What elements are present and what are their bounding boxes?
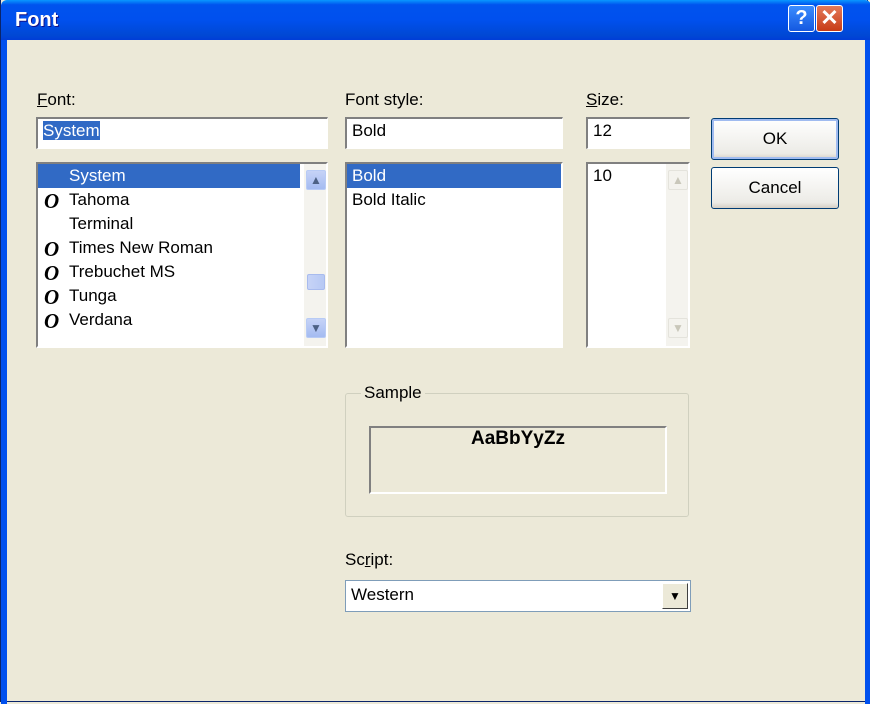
size-list-scrollbar[interactable]: ▲ ▼ (666, 164, 688, 346)
close-button[interactable]: ✕ (816, 5, 843, 32)
font-list-item-label: Trebuchet MS (69, 262, 176, 281)
font-list-item[interactable]: O Tahoma (38, 188, 300, 213)
scroll-thumb[interactable] (307, 274, 325, 290)
truetype-font-icon: O (44, 189, 60, 213)
combo-dropdown-icon[interactable]: ▼ (662, 583, 688, 609)
scroll-down-icon[interactable]: ▼ (306, 318, 326, 338)
truetype-font-icon: O (44, 237, 60, 261)
font-name-input[interactable]: System (36, 117, 328, 149)
sample-preview: AaBbYyZz (369, 426, 667, 494)
font-list-item[interactable]: O Times New Roman (38, 236, 300, 261)
title-bar[interactable]: Font ? ✕ (1, 0, 870, 40)
scroll-down-icon[interactable]: ▼ (668, 318, 688, 338)
font-name-input-text: System (43, 121, 100, 140)
cancel-button[interactable]: Cancel (711, 167, 839, 209)
script-select[interactable]: Western ▼ (345, 580, 691, 612)
help-button[interactable]: ? (788, 5, 815, 32)
font-list-item-label: Tahoma (69, 190, 130, 209)
sample-label: Sample (361, 383, 425, 403)
truetype-font-icon: O (44, 261, 60, 285)
font-list-item[interactable]: O Verdana (38, 308, 300, 333)
truetype-font-icon: O (44, 309, 60, 333)
font-label: Font: (37, 90, 76, 109)
font-list-scrollbar[interactable]: ▲ ▼ (304, 164, 326, 346)
font-list-item-label: Tunga (69, 286, 117, 305)
font-list-item[interactable]: System (38, 164, 300, 188)
window-left-border (1, 40, 7, 704)
font-style-list-item[interactable]: Bold Italic (347, 188, 561, 212)
truetype-font-icon: O (44, 285, 60, 309)
script-label: Script: (345, 550, 394, 569)
script-select-value: Western (351, 585, 414, 604)
scroll-up-icon[interactable]: ▲ (668, 170, 688, 190)
font-list-item-label: Verdana (69, 310, 133, 329)
font-list-item[interactable]: O Tunga (38, 284, 300, 309)
font-style-list-rows: Bold Bold Italic (347, 164, 561, 212)
font-style-input[interactable]: Bold (345, 117, 563, 149)
size-label: Size: (586, 90, 624, 109)
font-list-item[interactable]: O Trebuchet MS (38, 260, 300, 285)
size-input[interactable]: 12 (586, 117, 690, 149)
font-style-label: Font style: (345, 90, 424, 109)
font-list-item-label: Times New Roman (69, 238, 213, 257)
font-list-item[interactable]: Terminal (38, 212, 300, 236)
scroll-up-icon[interactable]: ▲ (306, 170, 326, 190)
font-list-rows: System O Tahoma Terminal O Times New Roman O Tr… (38, 164, 326, 333)
size-list[interactable]: 10 ▲ ▼ (586, 162, 690, 348)
window-right-border (865, 40, 870, 704)
font-list-item-label: Terminal (69, 214, 134, 233)
font-style-list-item[interactable]: Bold (347, 164, 561, 188)
font-style-list[interactable]: Bold Bold Italic (345, 162, 563, 348)
window-title: Font (15, 9, 59, 31)
font-list[interactable]: System O Tahoma Terminal O Times New Roman O Tr… (36, 162, 328, 348)
font-dialog: Font ? ✕ Font: System System O Tahoma Termi… (0, 0, 870, 704)
ok-button[interactable]: OK (711, 118, 839, 160)
font-list-item-label: System (69, 166, 126, 185)
